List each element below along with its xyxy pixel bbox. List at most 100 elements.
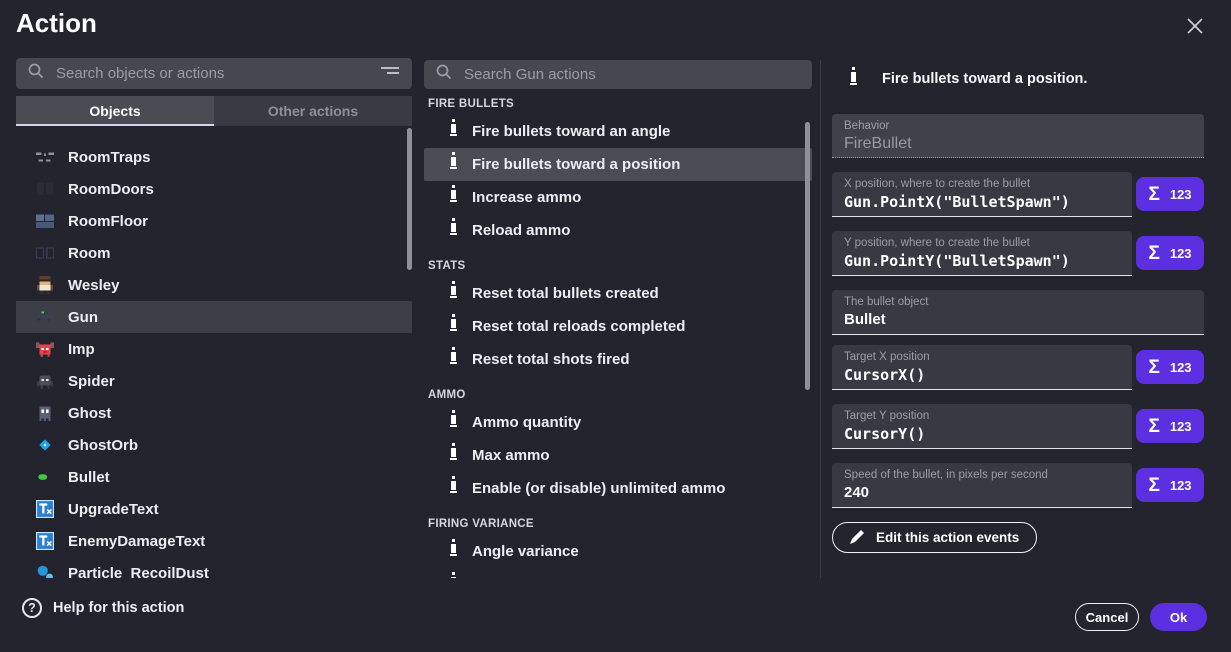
field-label: X position, where to create the bullet xyxy=(844,178,1120,190)
object-row[interactable]: GhostOrb xyxy=(16,429,412,461)
actions-list: FIRE BULLETSFire bullets toward an angle… xyxy=(424,93,812,578)
search-icon xyxy=(435,63,453,86)
imp-icon xyxy=(36,340,54,358)
filter-icon[interactable] xyxy=(379,63,401,84)
bullet-icon xyxy=(448,572,459,578)
bullet-icon xyxy=(448,347,459,372)
action-row[interactable]: Reset total bullets created xyxy=(424,277,812,310)
actions-scrollbar[interactable] xyxy=(805,122,810,390)
object-label: EnemyDamageText xyxy=(68,533,205,550)
sigma-icon: Σ xyxy=(1148,185,1159,204)
close-icon[interactable] xyxy=(1184,13,1210,39)
bullet-dot-icon xyxy=(36,468,54,486)
text-icon xyxy=(36,532,54,550)
parameter-row: Y position, where to create the bullet Gu… xyxy=(832,231,1204,276)
action-row[interactable]: Reload ammo xyxy=(424,214,812,247)
object-row[interactable]: Spider xyxy=(16,365,412,397)
wesley-icon xyxy=(36,276,54,294)
action-row[interactable]: Increase ammo xyxy=(424,181,812,214)
action-label: Enable (or disable) unlimited ammo xyxy=(472,480,725,497)
bullet-icon xyxy=(848,66,859,93)
object-label: Imp xyxy=(68,341,95,358)
object-label: Gun xyxy=(68,309,98,326)
object-label: Room xyxy=(68,245,111,262)
help-link[interactable]: ? Help for this action xyxy=(22,598,184,618)
object-row[interactable]: RoomDoors xyxy=(16,173,412,205)
action-row[interactable]: Fire bullets toward a position xyxy=(424,148,812,181)
action-label: Speed variance xyxy=(472,576,582,578)
action-row[interactable]: Reset total reloads completed xyxy=(424,310,812,343)
action-row[interactable]: Max ammo xyxy=(424,439,812,472)
action-row[interactable]: Reset total shots fired xyxy=(424,343,812,376)
spider-icon xyxy=(36,372,54,390)
sigma-icon: Σ xyxy=(1148,358,1159,377)
left-scrollbar[interactable] xyxy=(407,128,412,270)
action-label: Reset total shots fired xyxy=(472,351,630,368)
expression-editor-button[interactable]: Σ123 xyxy=(1136,350,1204,384)
expression-editor-button[interactable]: Σ123 xyxy=(1136,409,1204,443)
object-row[interactable]: EnemyDamageText xyxy=(16,525,412,557)
expression-editor-button[interactable]: Σ123 xyxy=(1136,177,1204,211)
parameter-field[interactable]: The bullet objectBullet xyxy=(832,290,1204,335)
room-traps-icon xyxy=(36,148,54,166)
field-value[interactable]: CursorY() xyxy=(844,425,1120,443)
bullet-icon xyxy=(448,443,459,468)
action-row[interactable]: Angle variance xyxy=(424,535,812,568)
bullet-icon xyxy=(448,281,459,306)
object-row[interactable]: Room xyxy=(16,237,412,269)
object-label: UpgradeText xyxy=(68,501,159,518)
action-row[interactable]: Fire bullets toward an angle xyxy=(424,115,812,148)
tab-objects[interactable]: Objects xyxy=(16,96,214,126)
cancel-button[interactable]: Cancel xyxy=(1075,603,1139,631)
parameter-row: Target X position CursorX() Σ123 xyxy=(832,345,1204,390)
object-row[interactable]: RoomTraps xyxy=(16,141,412,173)
actions-search xyxy=(424,60,812,89)
bullet-icon xyxy=(448,218,459,243)
action-label: Ammo quantity xyxy=(472,414,581,431)
field-label: Target X position xyxy=(844,351,1120,363)
object-label: Spider xyxy=(68,373,115,390)
numeric-badge: 123 xyxy=(1170,420,1192,433)
object-row[interactable]: Bullet xyxy=(16,461,412,493)
object-row[interactable]: Wesley xyxy=(16,269,412,301)
section-header: AMMO xyxy=(424,384,812,406)
behavior-value: FireBullet xyxy=(844,135,1192,153)
room-icon xyxy=(36,244,54,262)
parameter-field[interactable]: Target X position CursorX() xyxy=(832,345,1132,390)
parameter-field[interactable]: Speed of the bullet, in pixels per secon… xyxy=(832,463,1132,508)
field-value[interactable]: 240 xyxy=(844,484,1120,501)
field-value[interactable]: CursorX() xyxy=(844,366,1120,384)
action-row[interactable]: Ammo quantity xyxy=(424,406,812,439)
field-value[interactable]: Bullet xyxy=(844,311,1192,328)
question-circle-icon: ? xyxy=(22,598,42,618)
action-label: Reset total bullets created xyxy=(472,285,659,302)
parameter-field[interactable]: Y position, where to create the bullet Gu… xyxy=(832,231,1132,276)
object-row[interactable]: Particle_RecoilDust xyxy=(16,557,412,578)
ok-button[interactable]: Ok xyxy=(1150,603,1207,631)
object-row[interactable]: Ghost xyxy=(16,397,412,429)
object-row[interactable]: Gun xyxy=(16,301,412,333)
help-label: Help for this action xyxy=(53,600,184,616)
object-row[interactable]: UpgradeText xyxy=(16,493,412,525)
action-label: Fire bullets toward a position xyxy=(472,156,680,173)
parameter-field[interactable]: Target Y positionCursorY() xyxy=(832,404,1132,449)
edit-action-events-button[interactable]: Edit this action events xyxy=(832,522,1037,553)
actions-search-input[interactable] xyxy=(462,65,801,84)
field-value[interactable]: Gun.PointY("BulletSpawn") xyxy=(844,252,1120,270)
tab-other-actions[interactable]: Other actions xyxy=(214,96,412,126)
ghost-orb-icon xyxy=(36,436,54,454)
object-label: Wesley xyxy=(68,277,119,294)
field-label: Speed of the bullet, in pixels per secon… xyxy=(844,469,1120,481)
expression-editor-button[interactable]: Σ123 xyxy=(1136,468,1204,502)
objects-search-input[interactable] xyxy=(54,64,370,83)
object-row[interactable]: Imp xyxy=(16,333,412,365)
field-label: Y position, where to create the bullet xyxy=(844,237,1120,249)
field-value[interactable]: Gun.PointX("BulletSpawn") xyxy=(844,193,1120,211)
parameter-field[interactable]: X position, where to create the bullet Gu… xyxy=(832,172,1132,217)
action-row[interactable]: Speed variance xyxy=(424,568,812,578)
bullet-icon xyxy=(448,476,459,501)
expression-editor-button[interactable]: Σ123 xyxy=(1136,236,1204,270)
action-section: FIRING VARIANCEAngle varianceSpeed varia… xyxy=(424,513,812,578)
action-row[interactable]: Enable (or disable) unlimited ammo xyxy=(424,472,812,505)
object-row[interactable]: RoomFloor xyxy=(16,205,412,237)
